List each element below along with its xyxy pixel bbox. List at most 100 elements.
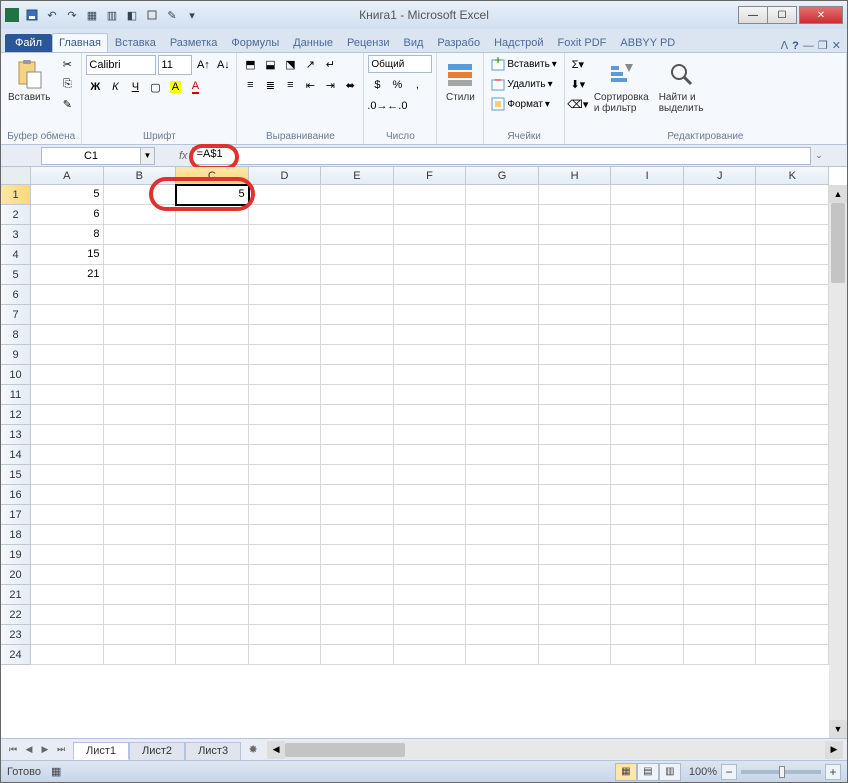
cell-D12[interactable] bbox=[249, 405, 322, 425]
cell-E8[interactable] bbox=[321, 325, 394, 345]
cell-J23[interactable] bbox=[684, 625, 757, 645]
cell-D4[interactable] bbox=[249, 245, 322, 265]
decrease-indent-icon[interactable]: ⇤ bbox=[301, 76, 319, 94]
cell-C10[interactable] bbox=[176, 365, 249, 385]
paste-button[interactable]: Вставить bbox=[5, 55, 53, 106]
cell-I5[interactable] bbox=[611, 265, 684, 285]
cell-C6[interactable] bbox=[176, 285, 249, 305]
cell-D22[interactable] bbox=[249, 605, 322, 625]
cell-A16[interactable] bbox=[31, 485, 104, 505]
col-header-C[interactable]: C bbox=[176, 167, 249, 185]
cell-G19[interactable] bbox=[466, 545, 539, 565]
cell-B22[interactable] bbox=[104, 605, 177, 625]
cell-K13[interactable] bbox=[756, 425, 829, 445]
cell-J19[interactable] bbox=[684, 545, 757, 565]
cell-F21[interactable] bbox=[394, 585, 467, 605]
cell-A23[interactable] bbox=[31, 625, 104, 645]
decrease-decimal-icon[interactable]: ←.0 bbox=[388, 97, 406, 115]
cell-E12[interactable] bbox=[321, 405, 394, 425]
cell-B10[interactable] bbox=[104, 365, 177, 385]
ribbon-minimize-icon[interactable]: ᐱ bbox=[781, 39, 789, 52]
doc-minimize-icon[interactable]: — bbox=[803, 40, 814, 52]
cell-G18[interactable] bbox=[466, 525, 539, 545]
cell-K5[interactable] bbox=[756, 265, 829, 285]
copy-icon[interactable]: ⎘ bbox=[57, 75, 77, 93]
row-header-2[interactable]: 2 bbox=[1, 205, 31, 225]
row-header-16[interactable]: 16 bbox=[1, 485, 31, 505]
cell-B2[interactable] bbox=[104, 205, 177, 225]
cell-E6[interactable] bbox=[321, 285, 394, 305]
cell-I23[interactable] bbox=[611, 625, 684, 645]
qat-btn-6[interactable]: ◧ bbox=[123, 6, 141, 24]
cell-D3[interactable] bbox=[249, 225, 322, 245]
cell-C4[interactable] bbox=[176, 245, 249, 265]
scroll-left-icon[interactable]: ◀ bbox=[267, 741, 285, 759]
cell-J9[interactable] bbox=[684, 345, 757, 365]
row-header-5[interactable]: 5 bbox=[1, 265, 31, 285]
tab-nav-first-icon[interactable]: ⏮ bbox=[5, 742, 21, 758]
redo-icon[interactable]: ↷ bbox=[63, 6, 81, 24]
cell-K4[interactable] bbox=[756, 245, 829, 265]
ribbon-tab-3[interactable]: Формулы bbox=[224, 33, 286, 52]
cell-H23[interactable] bbox=[539, 625, 612, 645]
cell-D5[interactable] bbox=[249, 265, 322, 285]
row-header-10[interactable]: 10 bbox=[1, 365, 31, 385]
cell-I12[interactable] bbox=[611, 405, 684, 425]
ribbon-tab-1[interactable]: Вставка bbox=[108, 33, 163, 52]
cell-H9[interactable] bbox=[539, 345, 612, 365]
col-header-B[interactable]: B bbox=[104, 167, 177, 185]
cell-B17[interactable] bbox=[104, 505, 177, 525]
styles-button[interactable]: Стили bbox=[441, 55, 479, 106]
cell-H1[interactable] bbox=[539, 185, 612, 205]
col-header-G[interactable]: G bbox=[466, 167, 539, 185]
cell-H7[interactable] bbox=[539, 305, 612, 325]
cell-G6[interactable] bbox=[466, 285, 539, 305]
ribbon-tab-7[interactable]: Разрабо bbox=[430, 33, 487, 52]
cell-G2[interactable] bbox=[466, 205, 539, 225]
cell-K6[interactable] bbox=[756, 285, 829, 305]
fill-icon[interactable]: ⬇▾ bbox=[569, 75, 587, 93]
col-header-I[interactable]: I bbox=[611, 167, 684, 185]
row-header-8[interactable]: 8 bbox=[1, 325, 31, 345]
cell-H8[interactable] bbox=[539, 325, 612, 345]
font-size-combo[interactable] bbox=[158, 55, 192, 75]
cell-B13[interactable] bbox=[104, 425, 177, 445]
align-top-icon[interactable]: ⬒ bbox=[241, 55, 259, 73]
tab-nav-next-icon[interactable]: ▶ bbox=[37, 742, 53, 758]
cell-F5[interactable] bbox=[394, 265, 467, 285]
cell-A11[interactable] bbox=[31, 385, 104, 405]
cell-J8[interactable] bbox=[684, 325, 757, 345]
cell-A5[interactable]: 21 bbox=[31, 265, 104, 285]
cell-I9[interactable] bbox=[611, 345, 684, 365]
cell-H22[interactable] bbox=[539, 605, 612, 625]
percent-icon[interactable]: % bbox=[388, 76, 406, 94]
cell-I16[interactable] bbox=[611, 485, 684, 505]
cell-H20[interactable] bbox=[539, 565, 612, 585]
cell-J12[interactable] bbox=[684, 405, 757, 425]
cell-I1[interactable] bbox=[611, 185, 684, 205]
doc-restore-icon[interactable]: ❐ bbox=[818, 39, 828, 52]
cell-E3[interactable] bbox=[321, 225, 394, 245]
cell-G8[interactable] bbox=[466, 325, 539, 345]
row-header-4[interactable]: 4 bbox=[1, 245, 31, 265]
align-right-icon[interactable]: ≡ bbox=[281, 76, 299, 94]
cell-D19[interactable] bbox=[249, 545, 322, 565]
bold-icon[interactable]: Ж bbox=[86, 78, 104, 96]
cell-K20[interactable] bbox=[756, 565, 829, 585]
cell-F19[interactable] bbox=[394, 545, 467, 565]
cell-A1[interactable]: 5 bbox=[31, 185, 104, 205]
cell-A24[interactable] bbox=[31, 645, 104, 665]
cell-D1[interactable] bbox=[249, 185, 322, 205]
cell-F18[interactable] bbox=[394, 525, 467, 545]
cell-J21[interactable] bbox=[684, 585, 757, 605]
cell-F23[interactable] bbox=[394, 625, 467, 645]
fx-icon[interactable]: fx bbox=[179, 150, 188, 162]
cell-E22[interactable] bbox=[321, 605, 394, 625]
cell-F4[interactable] bbox=[394, 245, 467, 265]
ribbon-tab-10[interactable]: ABBYY PD bbox=[613, 33, 682, 52]
cell-I10[interactable] bbox=[611, 365, 684, 385]
cell-D7[interactable] bbox=[249, 305, 322, 325]
cell-H18[interactable] bbox=[539, 525, 612, 545]
comma-icon[interactable]: , bbox=[408, 76, 426, 94]
cell-D15[interactable] bbox=[249, 465, 322, 485]
